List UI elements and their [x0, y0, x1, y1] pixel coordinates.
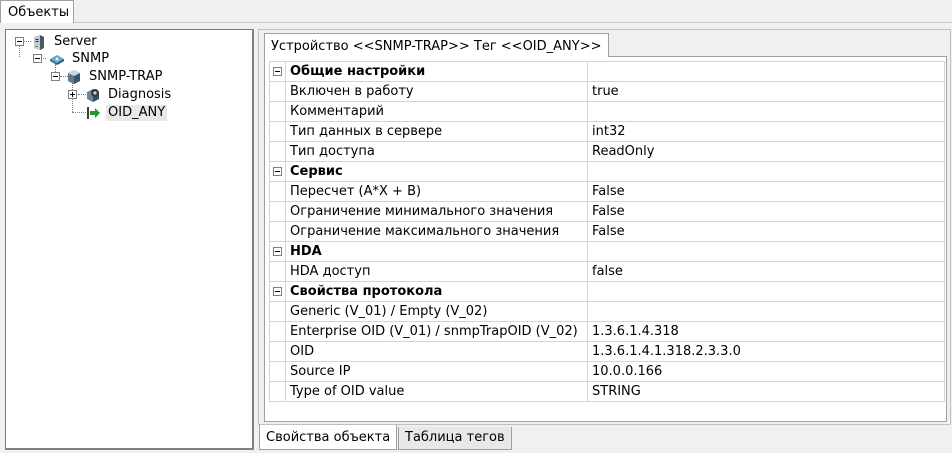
property-value[interactable]: int32	[587, 121, 945, 142]
tree-node-label: Diagnosis	[108, 86, 172, 102]
property-name: Включен в работу	[285, 81, 588, 102]
property-name: Ограничение максимального значения	[285, 221, 588, 242]
collapse-hda-toggle[interactable]	[273, 247, 282, 256]
property-row[interactable]: Пересчет (A*X + B) False	[269, 181, 945, 202]
tree-node-snmp[interactable]: SNMP	[49, 50, 111, 67]
tab-tag-table[interactable]: Таблица тегов	[398, 427, 512, 450]
category-row-general[interactable]: Общие настройки	[269, 61, 945, 82]
property-name: HDA доступ	[285, 261, 588, 282]
tree-node-oid-any[interactable]: OID_ANY	[85, 104, 168, 121]
property-row[interactable]: Комментарий	[269, 101, 945, 122]
property-name: Пересчет (A*X + B)	[285, 181, 588, 202]
property-value[interactable]: STRING	[587, 381, 945, 402]
property-row[interactable]: Type of OID value STRING	[269, 381, 945, 402]
tree-node-diagnosis[interactable]: Diagnosis	[85, 86, 173, 103]
property-value[interactable]: true	[587, 81, 945, 102]
category-title: Свойства протокола	[285, 281, 588, 302]
property-row[interactable]: HDA доступ false	[269, 261, 945, 282]
property-name: Enterprise OID (V_01) / snmpTrapOID (V_0…	[285, 321, 588, 342]
property-value[interactable]: False	[587, 201, 945, 222]
property-value[interactable]	[587, 101, 945, 122]
property-row[interactable]: Source IP 10.0.0.166	[269, 361, 945, 382]
property-value[interactable]: ReadOnly	[587, 141, 945, 162]
tree-node-label: Server	[54, 33, 97, 49]
collapse-snmp-trap-toggle[interactable]	[51, 72, 60, 81]
category-title: Сервис	[285, 161, 588, 182]
device-tag-tab[interactable]: Устройство <<SNMP-TRAP>> Тег <<OID_ANY>>	[264, 33, 609, 57]
category-row-hda[interactable]: HDA	[269, 241, 945, 262]
tree-node-snmp-trap[interactable]: SNMP-TRAP	[66, 68, 164, 85]
property-row[interactable]: Ограничение минимального значения False	[269, 201, 945, 222]
property-row[interactable]: Тип доступа ReadOnly	[269, 141, 945, 162]
property-value[interactable]: 1.3.6.1.4.1.318.2.3.3.0	[587, 341, 945, 362]
device-icon	[68, 69, 80, 84]
property-name: OID	[285, 341, 588, 362]
category-row-service[interactable]: Сервис	[269, 161, 945, 182]
network-driver-icon	[50, 54, 64, 65]
property-name: Source IP	[285, 361, 588, 382]
collapse-general-toggle[interactable]	[273, 67, 282, 76]
server-icon	[34, 34, 44, 50]
property-name: Type of OID value	[285, 381, 588, 402]
property-value[interactable]: 1.3.6.1.4.318	[587, 321, 945, 342]
category-title: Общие настройки	[285, 61, 588, 82]
property-row[interactable]: Включен в работу true	[269, 81, 945, 102]
property-row[interactable]: OID 1.3.6.1.4.1.318.2.3.3.0	[269, 341, 945, 362]
expand-diagnosis-toggle[interactable]	[68, 90, 77, 99]
property-row[interactable]: Enterprise OID (V_01) / snmpTrapOID (V_0…	[269, 321, 945, 342]
property-name: Комментарий	[285, 101, 588, 122]
property-value[interactable]: False	[587, 221, 945, 242]
object-tree[interactable]: Server SNMP SNMP-TRAP Diagnosis OID_ANY	[5, 29, 254, 450]
properties-panel: Устройство <<SNMP-TRAP>> Тег <<OID_ANY>>…	[258, 29, 951, 425]
tab-object-properties[interactable]: Свойства объекта	[259, 425, 398, 450]
property-grid-area: Общие настройки Включен в работу true Ко…	[264, 56, 947, 422]
tab-strip-line	[74, 22, 952, 23]
tree-node-label: SNMP	[72, 50, 110, 66]
category-row-protocol[interactable]: Свойства протокола	[269, 281, 945, 302]
collapse-server-toggle[interactable]	[15, 37, 24, 46]
property-value[interactable]	[587, 301, 945, 322]
property-grid: Общие настройки Включен в работу true Ко…	[269, 61, 945, 402]
tree-line	[72, 112, 86, 113]
tree-node-label: OID_ANY	[106, 104, 168, 121]
property-row[interactable]: Generic (V_01) / Empty (V_02)	[269, 301, 945, 322]
property-value[interactable]: false	[587, 261, 945, 282]
tree-node-server[interactable]: Server	[31, 33, 99, 50]
tag-arrow-icon	[87, 106, 100, 119]
property-row[interactable]: Ограничение максимального значения False	[269, 221, 945, 242]
property-value[interactable]: 10.0.0.166	[587, 361, 945, 382]
collapse-service-toggle[interactable]	[273, 167, 282, 176]
tree-line	[19, 46, 20, 57]
tree-node-label: SNMP-TRAP	[89, 68, 163, 84]
collapse-snmp-toggle[interactable]	[33, 54, 42, 63]
diagnosis-gear-icon	[87, 88, 99, 102]
property-name: Generic (V_01) / Empty (V_02)	[285, 301, 588, 322]
collapse-protocol-toggle[interactable]	[273, 287, 282, 296]
property-value[interactable]: False	[587, 181, 945, 202]
category-title: HDA	[285, 241, 588, 262]
objects-tab[interactable]: Объекты	[0, 0, 74, 23]
property-name: Тип данных в сервере	[285, 121, 588, 142]
property-name: Ограничение минимального значения	[285, 201, 588, 222]
property-row[interactable]: Тип данных в сервере int32	[269, 121, 945, 142]
tree-line	[24, 41, 31, 42]
property-name: Тип доступа	[285, 141, 588, 162]
